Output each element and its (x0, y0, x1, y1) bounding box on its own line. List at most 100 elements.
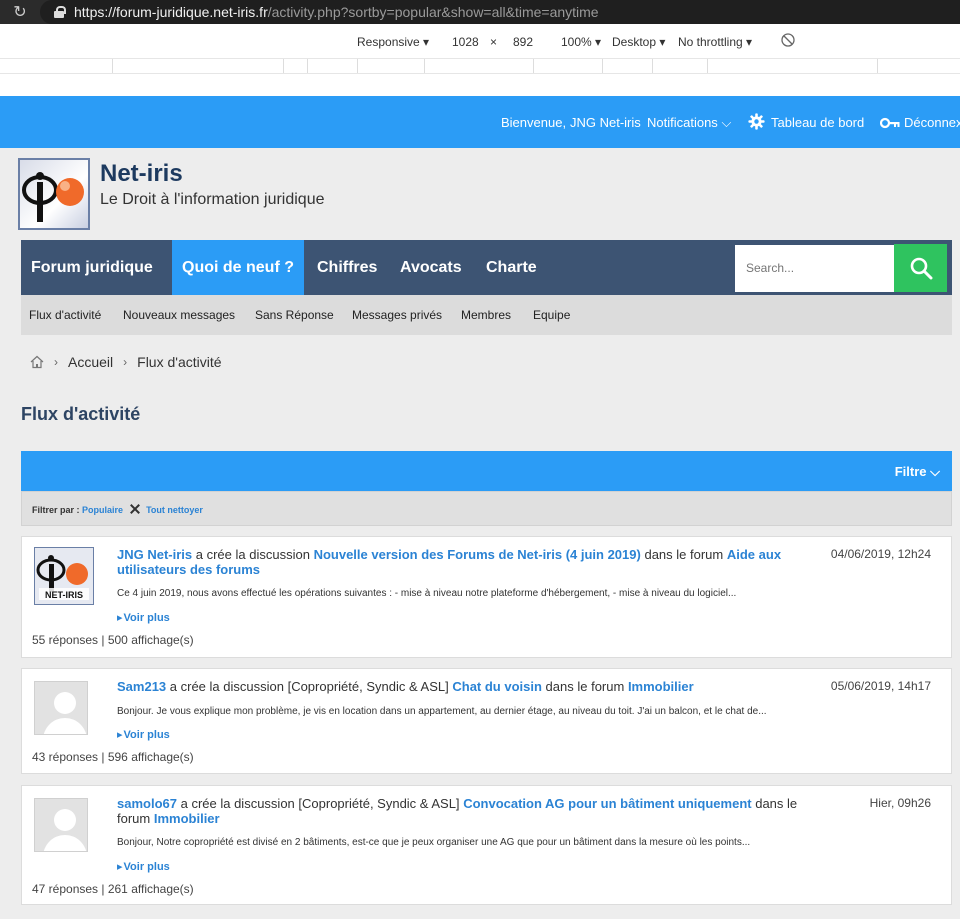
activity-action: a crée la discussion (169, 679, 284, 694)
key-icon (879, 117, 900, 132)
width-input[interactable]: 1028 (452, 35, 479, 49)
activity-excerpt: Bonjour. Je vous explique mon problème, … (117, 706, 767, 717)
activity-thread[interactable]: Chat du voisin (452, 679, 542, 694)
page-title: Flux d'activité (21, 404, 141, 424)
activity-action: a crée la discussion (195, 547, 310, 562)
activity-action: a crée la discussion (180, 796, 295, 811)
subnav-equipe[interactable]: Equipe (533, 308, 570, 322)
activity-excerpt: Ce 4 juin 2019, nous avons effectué les … (117, 588, 737, 599)
subnav-nouveaux-messages[interactable]: Nouveaux messages (123, 308, 235, 322)
logout-link[interactable]: Déconnex (904, 115, 960, 130)
tab-avocats[interactable]: Avocats (390, 240, 472, 295)
tab-chiffres[interactable]: Chiffres (307, 240, 387, 295)
times-sign: × (490, 35, 498, 49)
active-filters: Filtrer par : Populaire Tout nettoyer (21, 491, 952, 526)
activity-headline: samolo67 a crée la discussion [Coproprié… (117, 796, 817, 826)
zoom-select[interactable]: 100% ▾ (561, 35, 601, 49)
activity-item: NET-IRIS JNG Net-iris a crée la discussi… (21, 536, 952, 658)
voir-plus-link[interactable]: Voir plus (117, 860, 170, 873)
breadcrumb-separator: › (54, 355, 58, 369)
activity-user[interactable]: Sam213 (117, 679, 166, 694)
avatar[interactable] (34, 798, 88, 852)
url-path: /activity.php?sortby=popular&show=all&ti… (267, 4, 599, 20)
avatar[interactable] (34, 681, 88, 735)
tab-charte[interactable]: Charte (476, 240, 547, 295)
height-input[interactable]: 892 (513, 35, 533, 49)
zoom-label: 100% (561, 35, 592, 49)
activity-stats: 55 réponses | 500 affichage(s) (32, 633, 194, 647)
activity-stats: 43 réponses | 596 affichage(s) (32, 750, 194, 764)
gear-icon (748, 113, 765, 133)
activity-forum[interactable]: Immobilier (628, 679, 694, 694)
activity-headline: JNG Net-iris a crée la discussion Nouvel… (117, 547, 817, 577)
voir-plus-link[interactable]: Voir plus (117, 728, 170, 741)
search-button[interactable] (894, 244, 947, 292)
activity-thread[interactable]: Convocation AG pour un bâtiment uniqueme… (463, 796, 751, 811)
welcome-text: Bienvenue, (501, 115, 567, 130)
filter-by-label: Filtrer par : (32, 505, 80, 515)
activity-in-forum: dans le forum (644, 547, 724, 562)
home-icon[interactable] (30, 355, 44, 369)
tab-quoi-de-neuf[interactable]: Quoi de neuf ? (172, 240, 304, 303)
activity-stats: 47 réponses | 261 affichage(s) (32, 882, 194, 896)
active-filter-populaire[interactable]: Populaire (82, 505, 123, 515)
filter-button[interactable]: Filtre ⌵ (895, 464, 940, 480)
dashboard-link[interactable]: Tableau de bord (771, 115, 864, 130)
voir-plus-link[interactable]: Voir plus (117, 611, 170, 624)
breadcrumb: › Accueil › Flux d'activité (30, 354, 222, 370)
activity-forum[interactable]: Immobilier (154, 811, 220, 826)
clear-filters-link[interactable]: Tout nettoyer (146, 505, 203, 515)
url-field[interactable]: https://forum-juridique.net-iris.fr/acti… (40, 0, 960, 24)
throttling-label: No throttling (678, 35, 743, 49)
subnav-flux-activite[interactable]: Flux d'activité (29, 308, 101, 322)
activity-excerpt: Bonjour, Notre copropriété est divisé en… (117, 837, 751, 848)
url-host: https://forum-juridique.net-iris.fr (74, 4, 268, 20)
site-topbar: Bienvenue, JNG Net-iris Notifications ⌵ … (0, 96, 960, 148)
activity-date: 04/06/2019, 12h24 (830, 547, 931, 561)
reload-icon[interactable]: ↻ (0, 0, 40, 24)
search-icon (910, 257, 932, 280)
activity-in-forum: dans le forum (545, 679, 625, 694)
chevron-down-icon: ⌵ (721, 115, 732, 130)
device-toolbar: Responsive ▾ 1028 × 892 100% ▾ Desktop ▾… (0, 24, 960, 60)
throttling-select[interactable]: No throttling ▾ (678, 35, 752, 49)
media-query-ruler (0, 58, 960, 74)
subnav-sans-reponse[interactable]: Sans Réponse (255, 308, 334, 322)
site-tagline: Le Droit à l'information juridique (100, 191, 325, 208)
activity-user[interactable]: samolo67 (117, 796, 177, 811)
browser-address-bar: ↻ https://forum-juridique.net-iris.fr/ac… (0, 0, 960, 24)
avatar-logo-text: NET-IRIS (45, 590, 83, 600)
filter-bar: Filtre ⌵ (21, 451, 952, 491)
breadcrumb-current: Flux d'activité (137, 354, 222, 370)
device-label: Responsive (357, 35, 420, 49)
avatar[interactable]: NET-IRIS (34, 547, 94, 605)
activity-item: samolo67 a crée la discussion [Coproprié… (21, 785, 952, 905)
tab-forum-juridique[interactable]: Forum juridique (21, 240, 163, 295)
mode-select[interactable]: Desktop ▾ (612, 35, 665, 49)
close-icon[interactable] (130, 504, 140, 514)
mode-label: Desktop (612, 35, 657, 49)
activity-headline: Sam213 a crée la discussion [Copropriété… (117, 679, 817, 694)
username-link[interactable]: JNG Net-iris (570, 115, 641, 130)
breadcrumb-home[interactable]: Accueil (68, 354, 113, 370)
activity-prefix: [Copropriété, Syndic & ASL] (298, 796, 460, 811)
site-logo[interactable] (18, 158, 90, 230)
site-title[interactable]: Net-iris (100, 160, 183, 188)
device-select[interactable]: Responsive ▾ (357, 35, 429, 49)
activity-date: Hier, 09h26 (869, 796, 931, 810)
sub-navigation: Flux d'activité Nouveaux messages Sans R… (21, 295, 952, 335)
viewport-gap (0, 74, 960, 96)
subnav-membres[interactable]: Membres (461, 308, 511, 322)
activity-date: 05/06/2019, 14h17 (830, 679, 931, 693)
activity-thread[interactable]: Nouvelle version des Forums de Net-iris … (314, 547, 641, 562)
rotate-icon[interactable] (781, 33, 795, 50)
notifications-menu[interactable]: Notifications ⌵ (647, 115, 731, 131)
breadcrumb-separator: › (123, 355, 128, 369)
notifications-label: Notifications (647, 115, 718, 130)
filter-label: Filtre (894, 464, 927, 479)
activity-prefix: [Copropriété, Syndic & ASL] (287, 679, 449, 694)
lock-icon (54, 6, 66, 18)
subnav-messages-prives[interactable]: Messages privés (352, 308, 442, 322)
activity-user[interactable]: JNG Net-iris (117, 547, 192, 562)
search-input[interactable] (735, 245, 895, 292)
